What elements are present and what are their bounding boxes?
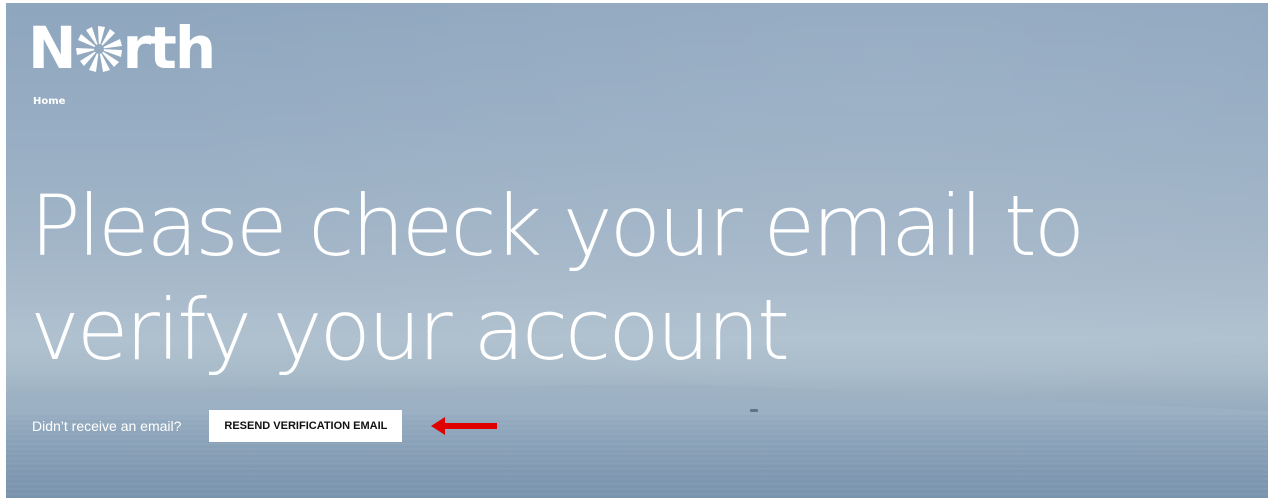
hero-section: N rth Home Please check your email to ve… (6, 3, 1268, 498)
resend-prompt-text: Didn’t receive an email? (32, 418, 182, 434)
logo-letters-rth: rth (122, 14, 217, 82)
resend-row: Didn’t receive an email? RESEND VERIFICA… (32, 410, 403, 442)
logo-letter-n: N (28, 14, 77, 82)
red-arrow-annotation-icon (431, 417, 497, 435)
north-logo[interactable]: N rth (28, 14, 217, 82)
page-headline: Please check your email to verify your a… (30, 177, 1085, 379)
resend-verification-email-button[interactable]: RESEND VERIFICATION EMAIL (209, 410, 403, 442)
logo-sunburst-icon (75, 26, 122, 72)
boat-speck (750, 409, 758, 412)
breadcrumb-home-link[interactable]: Home (33, 96, 65, 107)
